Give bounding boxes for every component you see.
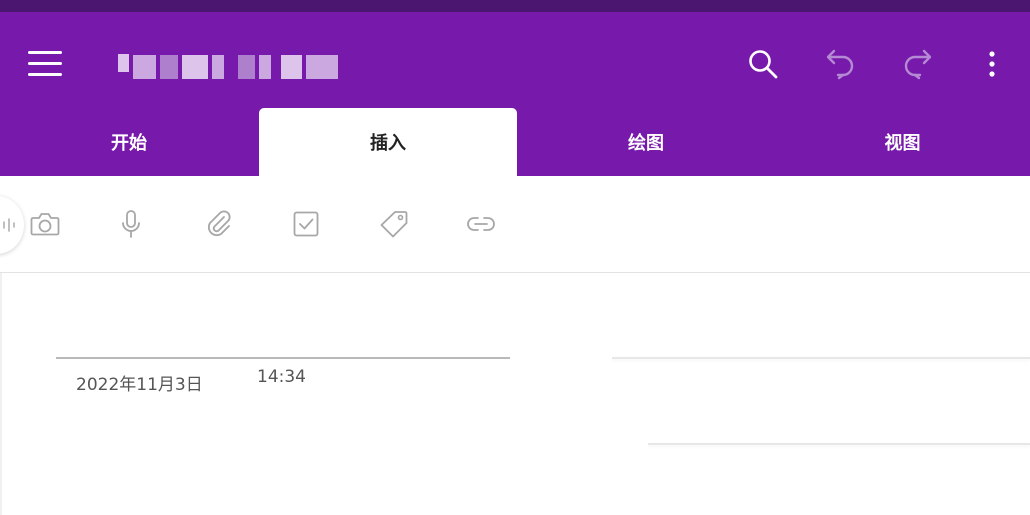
note-container-edge	[612, 357, 1030, 359]
menu-button[interactable]	[20, 44, 70, 84]
tag-button[interactable]	[374, 204, 414, 244]
insert-link-button[interactable]	[461, 204, 501, 244]
onenote-app: 开始 插入 绘图 视图 2022年11月3日 14:34	[0, 0, 1030, 515]
todo-checkbox-button[interactable]	[286, 204, 326, 244]
microphone-icon	[122, 210, 140, 238]
camera-icon	[30, 213, 60, 236]
page-date: 2022年11月3日	[76, 375, 203, 395]
tab-home[interactable]: 开始	[0, 108, 258, 176]
record-audio-button[interactable]	[111, 204, 151, 244]
hamburger-menu-icon	[28, 51, 62, 76]
page-left-edge	[0, 273, 2, 515]
redo-button[interactable]	[894, 44, 940, 84]
page-time: 14:34	[257, 367, 306, 387]
checkbox-icon	[293, 211, 319, 237]
note-container-edge	[648, 443, 1030, 445]
redo-icon	[904, 49, 932, 80]
notebook-title-obscured	[118, 52, 342, 82]
undo-icon	[826, 49, 854, 80]
audio-wave-icon	[3, 218, 15, 232]
app-header: 开始 插入 绘图 视图	[0, 12, 1030, 176]
search-icon	[749, 50, 778, 79]
insert-picture-button[interactable]	[25, 204, 65, 244]
more-options-button[interactable]	[974, 44, 1010, 84]
link-icon	[467, 217, 495, 231]
status-strip	[0, 0, 1030, 12]
note-page[interactable]: 2022年11月3日 14:34	[0, 273, 1030, 515]
ribbon-tabs: 开始 插入 绘图 视图	[0, 108, 1030, 176]
search-button[interactable]	[740, 44, 786, 84]
tab-draw[interactable]: 绘图	[517, 108, 775, 176]
attach-file-button[interactable]	[199, 204, 239, 244]
undo-button[interactable]	[818, 44, 864, 84]
paperclip-icon	[207, 210, 231, 237]
page-title-underline[interactable]	[56, 357, 510, 359]
more-vertical-icon	[989, 51, 995, 77]
tab-view[interactable]: 视图	[775, 108, 1030, 176]
tag-icon	[380, 211, 408, 238]
tab-insert[interactable]: 插入	[259, 108, 517, 176]
insert-toolbar	[0, 176, 1030, 273]
